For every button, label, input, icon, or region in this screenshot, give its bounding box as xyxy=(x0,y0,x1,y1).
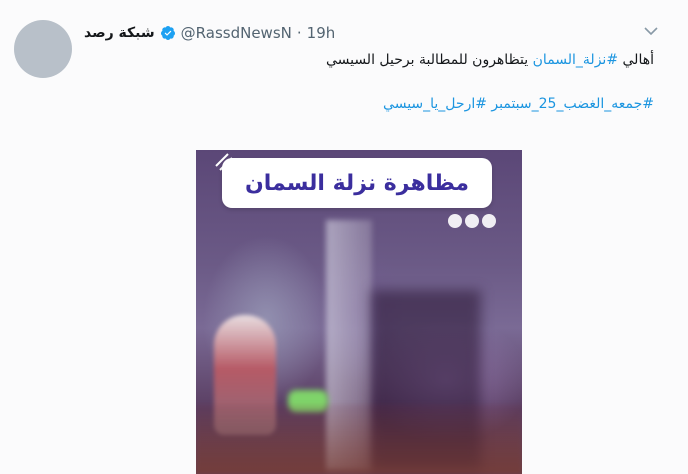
tweet-text: أهالي #نزلة_السمان يتظاهرون للمطالبة برح… xyxy=(94,50,654,70)
tweet-text-prefix: أهالي xyxy=(618,52,655,68)
separator-dot: · xyxy=(296,24,302,42)
user-handle[interactable]: @RassdNewsN xyxy=(181,24,292,42)
hashtags-line[interactable]: #جمعه_الغضب_25_سبتمبر #ارحل_يا_سيسي xyxy=(94,94,654,114)
tweet-video[interactable]: مظاهرة نزلة السمان xyxy=(196,150,522,474)
chevron-down-icon[interactable] xyxy=(642,22,660,40)
tweet-header: شبكة رصد @RassdNewsN · 19h xyxy=(84,22,335,44)
tweet-timestamp[interactable]: 19h xyxy=(307,24,336,42)
display-name[interactable]: شبكة رصد xyxy=(84,25,155,41)
video-caption-box: مظاهرة نزلة السمان xyxy=(222,158,492,208)
tweet-text-suffix: يتظاهرون للمطالبة برحيل السيسي xyxy=(325,52,533,68)
tweet-card[interactable]: شبكة رصد @RassdNewsN · 19h أهالي #نزلة_ا… xyxy=(0,0,688,474)
verified-badge-icon xyxy=(160,25,176,41)
video-frame-detail xyxy=(196,404,522,474)
channel-logo-icon xyxy=(448,214,504,230)
avatar[interactable] xyxy=(14,20,72,78)
video-caption: مظاهرة نزلة السمان xyxy=(244,170,470,196)
hashtag-link[interactable]: #نزلة_السمان xyxy=(533,52,618,68)
